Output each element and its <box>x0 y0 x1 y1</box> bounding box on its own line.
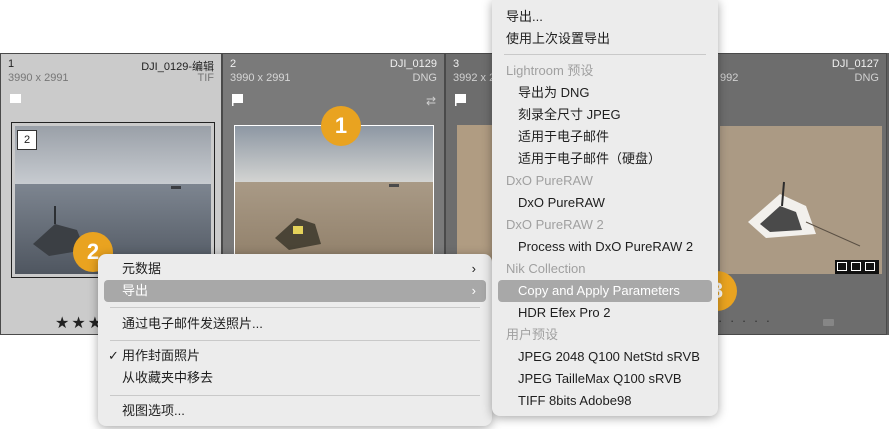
menu-header-lightroom-presets: Lightroom 预设 <box>498 60 712 82</box>
image-dimensions: 3992 x 2 <box>453 72 496 84</box>
menu-item-label: 导出... <box>506 9 543 24</box>
menu-item-label: 用作封面照片 <box>122 348 201 363</box>
menu-header-dxo-pureraw-2: DxO PureRAW 2 <box>498 214 712 236</box>
menu-header-label: Lightroom 预设 <box>506 63 594 78</box>
image-dimensions: 3990 x 2991 <box>230 72 291 84</box>
menu-header-nik-collection: Nik Collection <box>498 258 712 280</box>
chevron-right-icon: › <box>471 283 476 298</box>
chevron-right-icon: › <box>471 261 476 276</box>
image-dimensions: 3990 x 2991 <box>8 72 69 84</box>
menu-item-remove-from-collection[interactable]: 从收藏夹中移去 <box>104 367 486 389</box>
menu-item-label: 导出为 DNG <box>518 85 590 100</box>
file-extension: DNG <box>854 72 879 84</box>
menu-item-export[interactable]: 导出 › <box>104 280 486 302</box>
menu-item-label: HDR Efex Pro 2 <box>518 305 611 320</box>
menu-item-export-dialog[interactable]: 导出... <box>498 6 712 28</box>
file-extension: DNG <box>412 72 437 84</box>
menu-header-label: 用户预设 <box>506 327 559 342</box>
menu-item-label: JPEG 2048 Q100 NetStd sRVB <box>518 349 700 364</box>
menu-item-label: Copy and Apply Parameters <box>518 283 680 298</box>
export-submenu: 导出... 使用上次设置导出 Lightroom 预设 导出为 DNG 刻录全尺… <box>492 0 718 416</box>
flag-icon[interactable] <box>232 94 243 106</box>
menu-item-label: 通过电子邮件发送照片... <box>122 316 263 331</box>
menu-separator <box>504 54 706 55</box>
menu-item-label: 适用于电子邮件（硬盘） <box>518 151 662 166</box>
menu-item-hdr-efex-pro-2[interactable]: HDR Efex Pro 2 <box>498 302 712 324</box>
menu-separator <box>110 340 480 341</box>
thumbnail-badges <box>835 260 879 274</box>
menu-header-user-presets: 用户预设 <box>498 324 712 346</box>
menu-separator <box>110 307 480 308</box>
menu-item-label: 元数据 <box>122 261 162 276</box>
menu-item-label: JPEG TailleMax Q100 sRVB <box>518 371 682 386</box>
menu-item-dxo-pureraw[interactable]: DxO PureRAW <box>498 192 712 214</box>
menu-item-burn-jpeg[interactable]: 刻录全尺寸 JPEG <box>498 104 712 126</box>
checkmark-icon: ✓ <box>108 348 119 363</box>
menu-item-label: 使用上次设置导出 <box>506 31 611 46</box>
thumbnail-image[interactable] <box>15 126 211 274</box>
crop-icon[interactable] <box>851 262 861 271</box>
menu-item-label: DxO PureRAW <box>518 195 605 210</box>
image-dimensions: 992 <box>720 72 739 84</box>
menu-item-label: 视图选项... <box>122 403 185 418</box>
menu-item-label: Process with DxO PureRAW 2 <box>518 239 694 254</box>
menu-item-export-dng[interactable]: 导出为 DNG <box>498 82 712 104</box>
edit-icon[interactable] <box>865 262 875 271</box>
file-name: DJI_0129 <box>389 58 437 70</box>
flag-icon[interactable] <box>455 94 466 106</box>
menu-header-label: DxO PureRAW <box>506 173 593 188</box>
file-name: DJI_0127 <box>831 58 879 70</box>
thumbnail-frame <box>234 125 434 271</box>
menu-item-use-as-cover[interactable]: ✓ 用作封面照片 <box>104 345 486 367</box>
comment-icon[interactable] <box>837 262 847 271</box>
menu-header-label: Nik Collection <box>506 261 586 276</box>
menu-item-tiff-adobe98[interactable]: TIFF 8bits Adobe98 <box>498 390 712 412</box>
context-menu: 元数据 › 导出 › 通过电子邮件发送照片... ✓ 用作封面照片 从收藏夹中移… <box>98 254 492 426</box>
menu-item-process-dxo-pureraw-2[interactable]: Process with DxO PureRAW 2 <box>498 236 712 258</box>
menu-item-label: 适用于电子邮件 <box>518 129 610 144</box>
label-icon[interactable] <box>823 319 834 326</box>
menu-item-jpeg-taillemax[interactable]: JPEG TailleMax Q100 sRVB <box>498 368 712 390</box>
file-extension: TIF <box>197 72 215 84</box>
star-rating[interactable]: ★★★ <box>55 313 104 333</box>
menu-header-label: DxO PureRAW 2 <box>506 217 604 232</box>
thumbnail-badge: 2 <box>17 130 37 150</box>
thumbnail-image[interactable] <box>720 126 882 274</box>
cell-index: 3 <box>453 58 460 70</box>
menu-item-label: 刻录全尺寸 JPEG <box>518 107 621 122</box>
menu-item-label: TIFF 8bits Adobe98 <box>518 393 632 408</box>
thumbnail-image[interactable] <box>235 126 433 270</box>
menu-item-label: 从收藏夹中移去 <box>122 370 214 385</box>
menu-item-label: 导出 <box>122 283 149 298</box>
menu-item-metadata[interactable]: 元数据 › <box>104 258 486 280</box>
menu-item-email-photo[interactable]: 通过电子邮件发送照片... <box>104 313 486 335</box>
menu-item-for-email-disk[interactable]: 适用于电子邮件（硬盘） <box>498 148 712 170</box>
cell-index: 2 <box>230 58 237 70</box>
menu-item-view-options[interactable]: 视图选项... <box>104 400 486 422</box>
menu-item-export-previous[interactable]: 使用上次设置导出 <box>498 28 712 50</box>
dots-rating[interactable]: · · · · · <box>718 313 772 328</box>
menu-item-for-email[interactable]: 适用于电子邮件 <box>498 126 712 148</box>
flag-icon[interactable] <box>10 94 21 106</box>
menu-separator <box>110 395 480 396</box>
menu-header-dxo-pureraw: DxO PureRAW <box>498 170 712 192</box>
menu-item-copy-apply-parameters[interactable]: Copy and Apply Parameters <box>498 280 712 302</box>
cell-index: 1 <box>8 58 15 70</box>
callout-1: 1 <box>321 106 361 146</box>
menu-item-jpeg-2048[interactable]: JPEG 2048 Q100 NetStd sRVB <box>498 346 712 368</box>
sync-icon[interactable]: ⇄ <box>426 94 436 108</box>
